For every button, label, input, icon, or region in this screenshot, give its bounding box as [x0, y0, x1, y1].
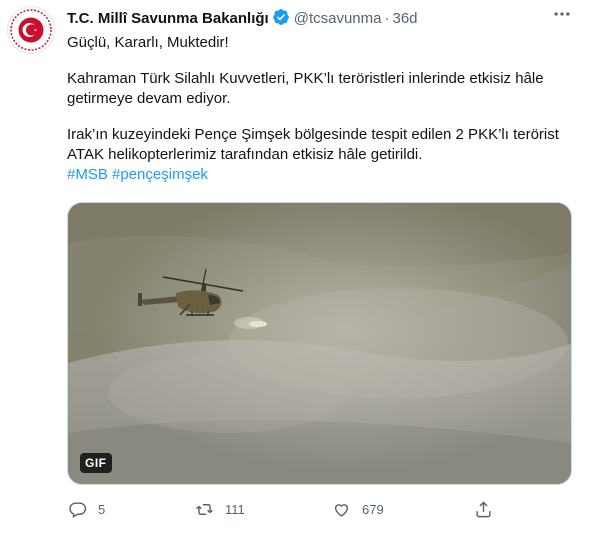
retweet-icon	[196, 503, 213, 515]
more-icon[interactable]	[547, 4, 577, 28]
hashtag-link-msb[interactable]: #MSB	[67, 166, 108, 183]
share-button[interactable]	[474, 497, 493, 521]
tweet-line: ATAK helikopterlerimiz tarafından etkisi…	[67, 146, 423, 163]
helicopter-scene-image	[68, 203, 571, 484]
hashtag-link-pence-simsek[interactable]: #pençeşimşek	[112, 166, 208, 183]
display-name[interactable]: T.C. Millî Savunma Bakanlığı	[67, 10, 269, 27]
tweet-line: Irak’ın kuzeyindeki Pençe Şimşek bölgesi…	[67, 126, 559, 143]
separator-dot: ·	[384, 10, 390, 27]
like-button[interactable]: 679	[332, 497, 384, 521]
tweet[interactable]: T.C. Millî Savunma Bakanlığı @tcsavunma · 3…	[0, 0, 591, 538]
hashtag-line: #MSB #pençeşimşek	[67, 165, 567, 185]
gif-badge: GIF	[80, 453, 112, 473]
verified-badge-icon	[272, 8, 290, 32]
tweet-line: Güçlü, Kararlı, Muktedir!	[67, 34, 229, 51]
tweet-text: Güçlü, Kararlı, Muktedir! Kahraman Türk …	[67, 33, 567, 185]
tweet-action-bar: 5 111 679	[60, 497, 500, 521]
gif-media[interactable]: GIF	[67, 202, 572, 485]
reply-button[interactable]: 5	[68, 497, 105, 521]
retweet-button[interactable]: 111	[195, 497, 245, 521]
retweet-count: 111	[225, 501, 245, 517]
share-icon	[476, 500, 491, 517]
mod-emblem-icon	[10, 9, 52, 51]
account-handle[interactable]: @tcsavunma	[294, 10, 382, 27]
tweet-timestamp[interactable]: 36d	[392, 10, 417, 27]
tweet-line: Kahraman Türk Silahlı Kuvvetleri, PKK’lı…	[67, 70, 544, 87]
account-avatar[interactable]	[7, 6, 55, 54]
reply-count: 5	[98, 501, 106, 517]
like-count: 679	[362, 501, 384, 517]
tweet-line: getirmeye devam ediyor.	[67, 90, 231, 107]
tweet-header: T.C. Millî Savunma Bakanlığı @tcsavunma · 3…	[67, 8, 418, 32]
reply-icon	[69, 501, 87, 518]
heart-icon	[334, 503, 349, 517]
